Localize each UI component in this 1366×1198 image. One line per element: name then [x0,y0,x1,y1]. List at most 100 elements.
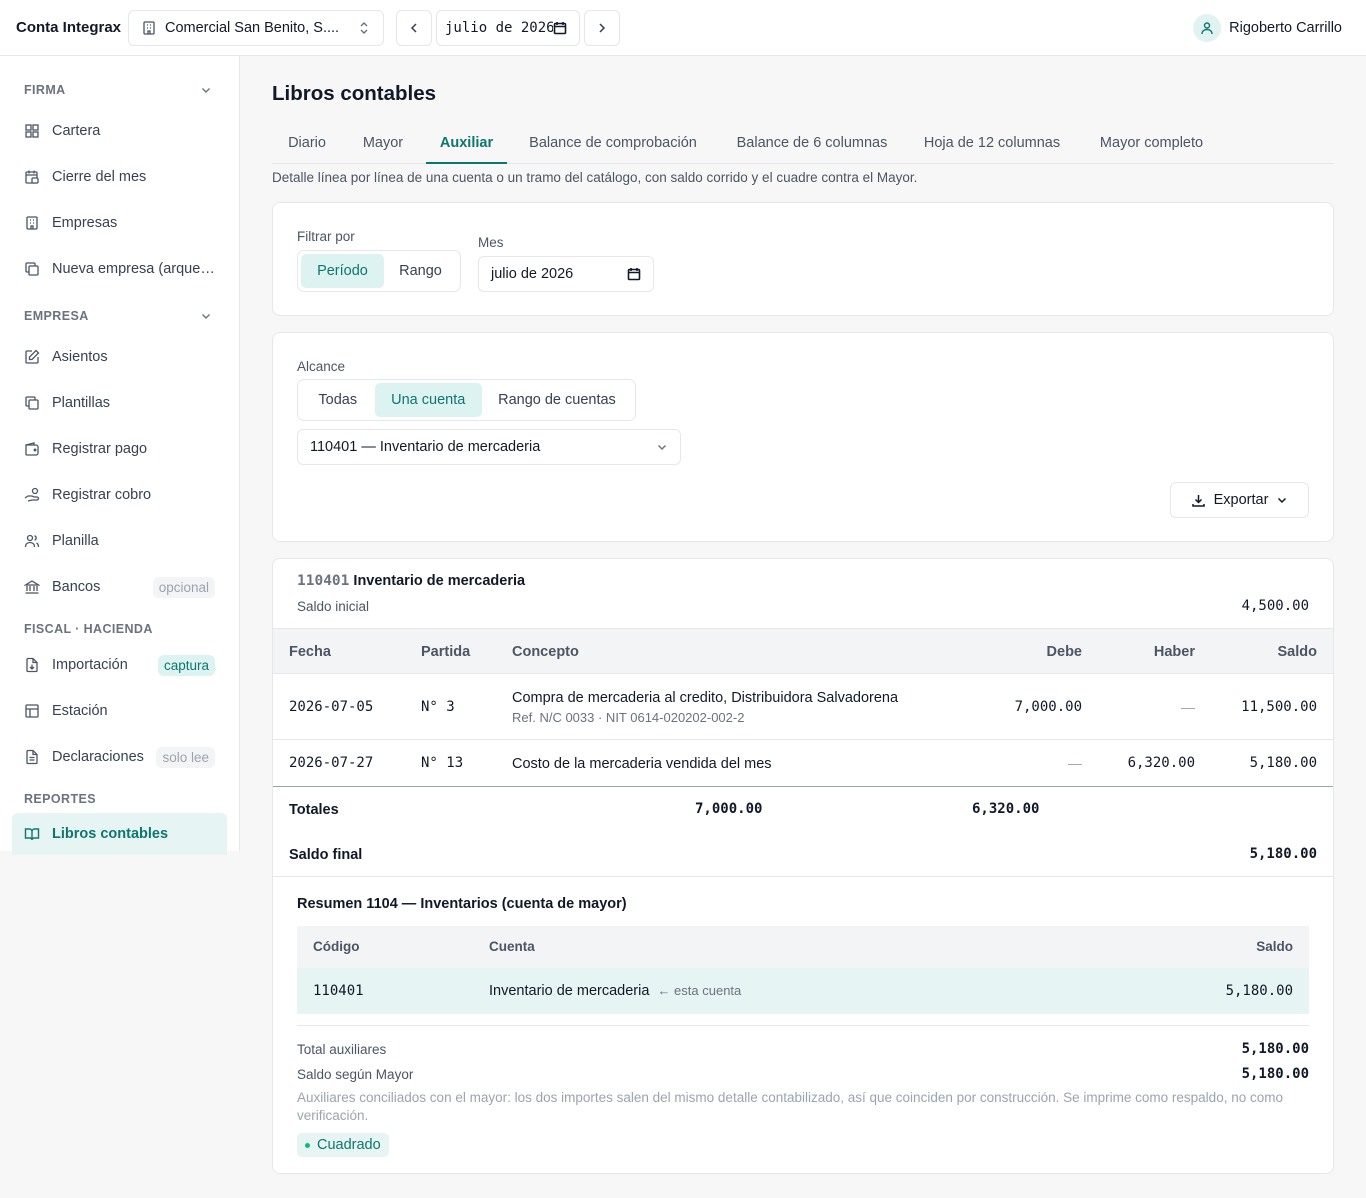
sidebar-item-planilla[interactable]: Planilla [12,522,227,560]
account-select-value: 110401 — Inventario de mercaderia [310,439,541,455]
sidebar-section-fiscal: FISCAL · HACIENDA [24,622,153,636]
sidebar-section-firma[interactable]: FIRMA [24,83,66,97]
header-month-value: julio de 2026 [445,20,553,36]
tab-mayor-completo[interactable]: Mayor completo [1089,125,1214,164]
sidebar-item-label: Empresas [52,215,118,231]
user-menu[interactable]: Rigoberto Carrillo [1193,14,1342,42]
scope-label: Alcance [297,359,346,374]
chevron-down-icon [656,441,668,453]
row-partida[interactable]: N° 3 [421,699,455,715]
tab-balance-6-columnas[interactable]: Balance de 6 columnas [728,125,896,164]
filter-option-periodo[interactable]: Período [301,254,384,288]
user-name: Rigoberto Carrillo [1229,20,1342,36]
tab-diario[interactable]: Diario [272,125,342,164]
summary-cuenta-name: Inventario de mercaderia [489,983,650,999]
totals-debe: 7,000.00 [695,801,763,817]
sidebar-item-declaraciones[interactable]: Declaraciones solo lee [12,738,227,776]
summary-cuenta: Inventario de mercaderia ← esta cuenta [489,983,741,999]
row-fecha: 2026-07-05 [289,699,374,715]
row-haber: 6,320.00 [1127,755,1195,771]
book-open-icon [24,826,40,842]
saldo-mayor-value: 5,180.00 [1241,1066,1309,1082]
company-selector[interactable]: Comercial San Benito, S.... [128,10,384,46]
sidebar-item-cierre-del-mes[interactable]: Cierre del mes [12,158,227,196]
summary-footer-divider [297,1025,1309,1026]
account-select[interactable]: 110401 — Inventario de mercaderia [297,429,681,465]
sidebar-item-registrar-pago[interactable]: Registrar pago [12,430,227,468]
opening-balance-label: Saldo inicial [297,599,370,614]
calendar-icon [553,21,567,35]
sidebar-item-importacion[interactable]: Importación captura [12,646,227,684]
row-concepto: Costo de la mercaderia vendida del mes [512,756,772,772]
sidebar-section-empresa[interactable]: EMPRESA [24,309,89,323]
export-label: Exportar [1213,492,1269,508]
row-saldo: 5,180.00 [1249,755,1317,771]
copy-icon [24,261,40,277]
edit-icon [24,349,40,365]
chevron-down-icon [1276,494,1288,506]
row-divider [273,739,1333,740]
month-input[interactable]: julio de 2026 [478,256,654,292]
sidebar-item-label: Registrar pago [52,441,148,457]
summary-divider [273,876,1333,877]
scope-option-rango-cuentas[interactable]: Rango de cuentas [482,383,632,417]
calendar-icon [627,267,641,281]
col-concepto: Concepto [512,644,579,660]
sidebar: FIRMA Cartera Cierre del mes Empresas Nu… [0,56,240,855]
row-partida[interactable]: N° 13 [421,755,463,771]
tab-mayor[interactable]: Mayor [350,125,416,164]
sidebar-item-bancos[interactable]: Bancos opcional [12,568,227,606]
sidebar-item-estacion[interactable]: Estación [12,692,227,730]
building-icon [141,20,157,36]
sidebar-item-label: Libros contables [52,826,169,842]
export-button[interactable]: Exportar [1170,482,1309,518]
grid-icon [24,123,40,139]
chevron-down-icon[interactable] [200,84,212,96]
sidebar-item-label: Cartera [52,123,101,139]
row-concepto: Compra de mercaderia al credito, Distrib… [512,690,899,706]
header-month-input[interactable]: julio de 2026 [436,10,580,46]
month-value: julio de 2026 [491,266,574,282]
chevron-down-icon[interactable] [200,310,212,322]
company-name: Comercial San Benito, S.... [165,20,340,36]
copy-icon [24,395,40,411]
scope-toggle: Todas Una cuenta Rango de cuentas [297,379,636,421]
row-haber: — [1181,699,1195,715]
total-aux-label: Total auxiliares [297,1042,387,1057]
sidebar-item-asientos[interactable]: Asientos [12,338,227,376]
sidebar-item-libros-contables[interactable]: Libros contables [12,813,227,855]
scope-option-una-cuenta[interactable]: Una cuenta [374,383,482,417]
scope-card: Alcance Todas Una cuenta Rango de cuenta… [272,332,1334,542]
sidebar-item-nueva-empresa[interactable]: Nueva empresa (arqueo de onboarding) [12,250,227,288]
total-aux-value: 5,180.00 [1241,1041,1309,1057]
tab-balance-comprobacion[interactable]: Balance de comprobación [519,125,707,164]
totals-divider [273,786,1333,787]
next-month-button[interactable] [584,10,620,46]
chevron-left-icon [407,21,421,35]
bank-icon [24,579,40,595]
month-label: Mes [478,235,504,250]
building-icon [24,215,40,231]
ledger-account-code: 110401 [297,573,350,589]
row-saldo: 11,500.00 [1241,699,1317,715]
sidebar-item-plantillas[interactable]: Plantillas [12,384,227,422]
tab-hoja-12-columnas[interactable]: Hoja de 12 columnas [918,125,1066,164]
ledger-table-header: Fecha Partida Concepto Debe Haber Saldo [273,628,1333,674]
wallet-icon [24,441,40,457]
file-import-icon [24,657,40,673]
col-cuenta: Cuenta [489,939,535,954]
sidebar-item-cartera[interactable]: Cartera [12,112,227,150]
tab-auxiliar[interactable]: Auxiliar [426,125,507,164]
col-codigo: Código [313,939,360,954]
prev-month-button[interactable] [396,10,432,46]
filter-option-rango[interactable]: Rango [384,254,457,288]
sidebar-item-empresas[interactable]: Empresas [12,204,227,242]
users-icon [24,533,40,549]
scope-option-todas[interactable]: Todas [301,383,375,417]
status-badge: opcional [152,576,215,598]
calendar-lock-icon [24,169,40,185]
download-icon [1191,493,1206,508]
sidebar-item-label: Planilla [52,533,99,549]
sidebar-item-label: Registrar cobro [52,487,152,503]
sidebar-item-registrar-cobro[interactable]: Registrar cobro [12,476,227,514]
